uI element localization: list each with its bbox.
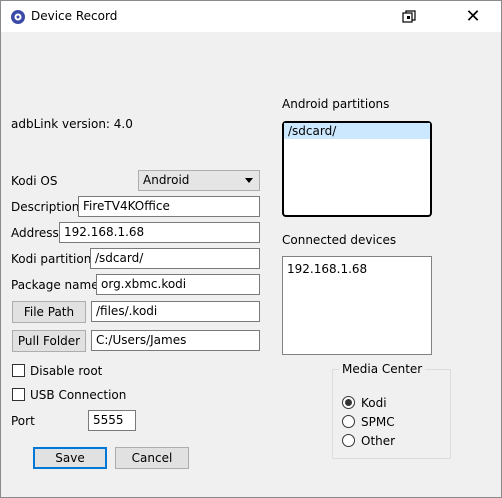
address-label: Address bbox=[11, 226, 59, 240]
description-field[interactable]: FireTV4KOffice bbox=[78, 196, 260, 217]
pull-folder-field[interactable]: C:/Users/James bbox=[91, 330, 260, 351]
spmc-radio-label: SPMC bbox=[361, 415, 395, 429]
android-partitions-list[interactable]: /sdcard/ bbox=[282, 121, 432, 217]
usb-connection-label: USB Connection bbox=[30, 388, 127, 402]
spmc-radio[interactable] bbox=[342, 415, 355, 428]
cancel-button[interactable]: Cancel bbox=[115, 447, 189, 469]
kodi-radio-label: Kodi bbox=[361, 396, 387, 410]
file-path-field[interactable]: /files/.kodi bbox=[91, 301, 260, 322]
connected-devices-list[interactable]: 192.168.1.68 bbox=[282, 256, 432, 355]
kodi-os-select[interactable]: Android bbox=[138, 170, 260, 191]
window-title: Device Record bbox=[31, 9, 118, 23]
restore-icon[interactable] bbox=[402, 10, 416, 24]
title-bar: Device Record ✕ bbox=[1, 1, 501, 32]
port-label: Port bbox=[11, 414, 35, 428]
close-icon[interactable]: ✕ bbox=[463, 7, 483, 27]
disable-root-checkbox[interactable] bbox=[12, 364, 25, 377]
kodi-partition-label: Kodi partition bbox=[11, 252, 92, 266]
kodi-partition-field[interactable]: /sdcard/ bbox=[90, 248, 260, 269]
pull-folder-button[interactable]: Pull Folder bbox=[12, 330, 86, 352]
disable-root-label: Disable root bbox=[30, 364, 103, 378]
list-item[interactable]: /sdcard/ bbox=[284, 123, 430, 139]
connected-devices-label: Connected devices bbox=[282, 233, 397, 247]
list-item[interactable]: 192.168.1.68 bbox=[283, 261, 431, 277]
usb-connection-checkbox[interactable] bbox=[12, 388, 25, 401]
android-partitions-label: Android partitions bbox=[282, 97, 390, 111]
package-name-field[interactable]: org.xbmc.kodi bbox=[96, 274, 260, 295]
port-field[interactable]: 5555 bbox=[88, 410, 136, 431]
kodi-radio[interactable] bbox=[342, 396, 355, 409]
device-record-window: Device Record ✕ adbLink version: 4.0 Kod… bbox=[0, 0, 502, 498]
kodi-os-label: Kodi OS bbox=[11, 174, 58, 188]
address-field[interactable]: 192.168.1.68 bbox=[59, 222, 260, 243]
other-radio-label: Other bbox=[361, 434, 396, 448]
save-button[interactable]: Save bbox=[33, 447, 107, 469]
description-label: Description bbox=[11, 200, 80, 214]
kodi-os-value: Android bbox=[143, 173, 190, 187]
other-radio[interactable] bbox=[342, 434, 355, 447]
file-path-button[interactable]: File Path bbox=[12, 301, 86, 323]
package-name-label: Package name bbox=[11, 278, 99, 292]
chevron-down-icon bbox=[245, 178, 253, 183]
media-center-label: Media Center bbox=[339, 362, 426, 376]
app-icon bbox=[11, 10, 25, 24]
version-text: adbLink version: 4.0 bbox=[11, 117, 133, 131]
